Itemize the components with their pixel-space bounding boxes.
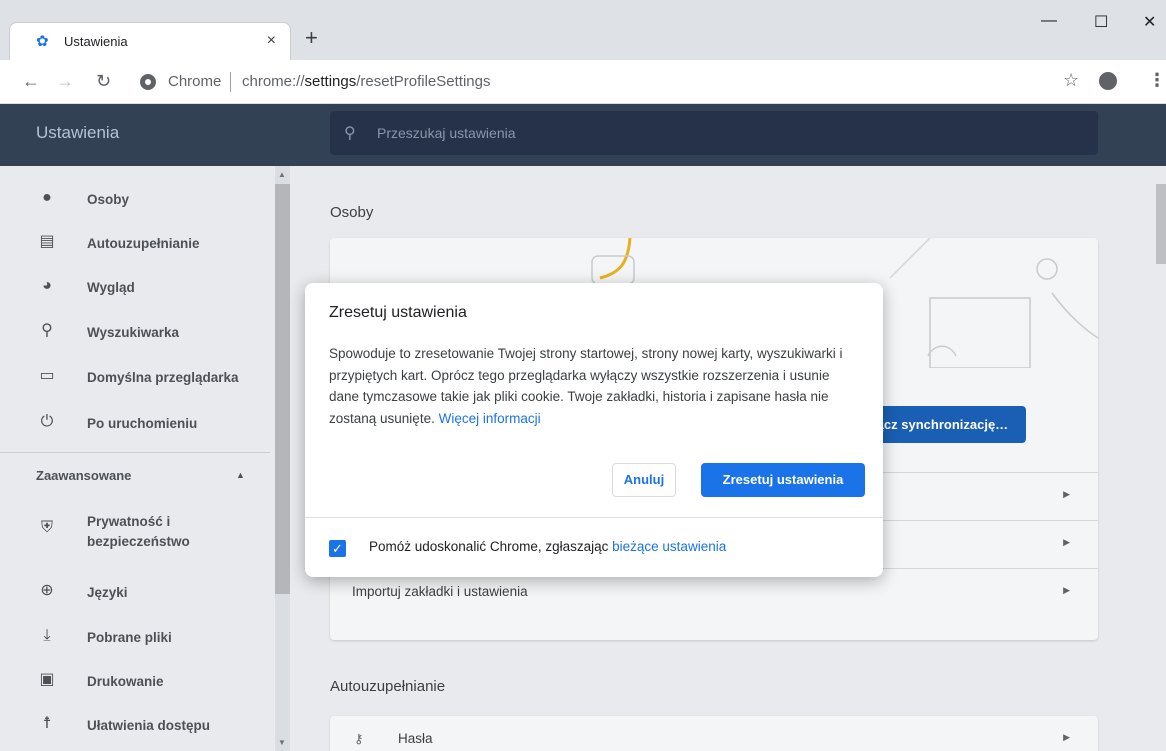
settings-header: Ustawienia ⚲ Przeszukaj ustawienia: [0, 104, 1166, 166]
close-window-button[interactable]: ✕: [1143, 12, 1156, 32]
accessibility-icon: ☨: [42, 715, 52, 732]
browser-icon: ▭: [39, 367, 55, 384]
sidebar-item-search-engine[interactable]: ⚲ Wyszukiwarka: [0, 311, 270, 351]
scroll-up-arrow-icon[interactable]: ▲: [278, 170, 286, 179]
sidebar-item-autofill[interactable]: ▤ Autouzupełnianie: [0, 222, 270, 262]
passwords-label: Hasła: [398, 731, 433, 746]
key-icon: ⚷: [354, 731, 364, 746]
report-settings-checkbox[interactable]: ✓: [329, 540, 346, 557]
arrow-right-icon: ▶: [1063, 537, 1070, 547]
tab-title: Ustawienia: [64, 34, 128, 49]
arrow-right-icon: ▶: [1063, 585, 1070, 595]
sidebar-item-label: Wygląd: [87, 280, 135, 295]
dialog-title: Zresetuj ustawienia: [329, 304, 467, 321]
settings-sidebar: ● Osoby ▤ Autouzupełnianie ◕ Wygląd ⚲ Wy…: [0, 166, 290, 751]
sidebar-item-label: Po uruchomieniu: [87, 416, 198, 431]
sidebar-item-label: Pobrane pliki: [87, 630, 172, 645]
sidebar-item-languages[interactable]: ⊕ Języki: [0, 571, 270, 611]
search-icon: ⚲: [344, 125, 356, 142]
palette-icon: ◕: [42, 277, 52, 294]
dialog-footer: ✓ Pomóż udoskonalić Chrome, zgłaszając b…: [305, 517, 883, 577]
forward-arrow-icon[interactable]: →: [56, 71, 74, 91]
reset-settings-dialog: Zresetuj ustawienia Spowoduje to zreseto…: [305, 283, 883, 577]
checkbox-label: Pomóż udoskonalić Chrome, zgłaszając bie…: [369, 539, 727, 554]
clipboard-icon: ▤: [39, 233, 55, 250]
sidebar-scrollbar[interactable]: ▲ ▼: [275, 166, 290, 751]
caret-up-icon: ▲: [236, 470, 245, 480]
sidebar-item-label: Ułatwienia dostępu: [87, 718, 211, 733]
sidebar-item-people[interactable]: ● Osoby: [0, 178, 270, 218]
sidebar-item-printing[interactable]: ▣ Drukowanie: [0, 660, 270, 700]
shield-icon: ⛨: [40, 519, 53, 536]
import-bookmarks-label: Importuj zakładki i ustawienia: [352, 584, 528, 599]
url-chip: Chrome: [168, 73, 222, 90]
current-settings-link[interactable]: bieżące ustawienia: [612, 539, 726, 554]
sidebar-item-downloads[interactable]: ⤓ Pobrane pliki: [0, 616, 270, 656]
tab-strip: ✿ Ustawienia × + — ☐ ✕: [0, 0, 1166, 60]
search-icon: ⚲: [41, 322, 53, 339]
sidebar-item-label: Domyślna przeglądarka: [87, 370, 239, 385]
sidebar-item-label: Prywatność i bezpieczeństwo: [87, 514, 190, 549]
search-placeholder: Przeszukaj ustawienia: [377, 125, 516, 141]
passwords-row[interactable]: ⚷ Hasła ▶: [330, 716, 1098, 751]
globe-icon: ⊕: [40, 582, 54, 599]
sidebar-divider: [0, 452, 270, 453]
bookmark-star-icon[interactable]: ☆: [1063, 70, 1079, 91]
settings-title: Ustawienia: [36, 123, 120, 142]
sidebar-item-appearance[interactable]: ◕ Wygląd: [0, 266, 270, 306]
chrome-icon: [140, 74, 156, 90]
sidebar-item-label: Języki: [87, 585, 128, 600]
section-title-people: Osoby: [330, 204, 374, 221]
sidebar-item-on-startup[interactable]: ⏻ Po uruchomieniu: [0, 402, 270, 442]
back-arrow-icon[interactable]: ←: [22, 71, 40, 91]
arrow-right-icon: ▶: [1063, 489, 1070, 499]
address-bar[interactable]: Chrome chrome://settings/resetProfileSet…: [140, 69, 1040, 95]
more-info-link[interactable]: Więcej informacji: [439, 411, 541, 426]
url-separator: [230, 72, 231, 92]
browser-toolbar: ← → ↻ Chrome chrome://settings/resetProf…: [0, 60, 1166, 104]
sidebar-item-label: Autouzupełnianie: [87, 236, 200, 251]
url-text[interactable]: chrome://settings/resetProfileSettings: [242, 73, 490, 90]
sidebar-advanced-toggle[interactable]: Zaawansowane ▲: [36, 468, 245, 483]
sidebar-item-privacy[interactable]: ⛨ Prywatność i bezpieczeństwo: [0, 500, 270, 556]
reset-settings-button[interactable]: Zresetuj ustawienia: [701, 463, 865, 497]
settings-search-input[interactable]: ⚲ Przeszukaj ustawienia: [330, 111, 1098, 155]
download-icon: ⤓: [43, 627, 51, 644]
printer-icon: ▣: [39, 671, 55, 688]
sidebar-item-label: Wyszukiwarka: [87, 325, 180, 340]
tab-close-icon[interactable]: ×: [267, 32, 276, 50]
new-tab-button[interactable]: +: [305, 27, 318, 49]
scroll-down-arrow-icon[interactable]: ▼: [278, 738, 286, 747]
sidebar-item-label: Drukowanie: [87, 674, 164, 689]
dialog-body: Spowoduje to zresetowanie Twojej strony …: [329, 343, 849, 429]
arrow-right-icon: ▶: [1063, 732, 1070, 742]
maximize-button[interactable]: ☐: [1094, 12, 1108, 32]
sidebar-item-accessibility[interactable]: ☨ Ułatwienia dostępu: [0, 704, 270, 744]
cancel-button[interactable]: Anuluj: [612, 463, 676, 497]
sidebar-scrollbar-thumb[interactable]: [275, 184, 290, 594]
reload-icon[interactable]: ↻: [96, 71, 111, 91]
profile-avatar-icon[interactable]: [1099, 72, 1117, 90]
dialog-body-text: Spowoduje to zresetowanie Twojej strony …: [329, 346, 843, 426]
settings-gear-icon: ✿: [36, 33, 49, 50]
sidebar-advanced-label: Zaawansowane: [36, 468, 132, 483]
person-icon: ●: [42, 189, 52, 206]
minimize-button[interactable]: —: [1041, 12, 1057, 30]
sidebar-item-default-browser[interactable]: ▭ Domyślna przeglądarka: [0, 356, 270, 396]
section-title-autofill: Autouzupełnianie: [330, 678, 446, 695]
power-icon: ⏻: [40, 413, 54, 430]
menu-dots-icon[interactable]: ⋮: [1148, 70, 1166, 91]
sidebar-item-label: Osoby: [87, 192, 130, 207]
tab-settings[interactable]: ✿ Ustawienia ×: [9, 22, 291, 60]
autofill-card: ⚷ Hasła ▶: [330, 716, 1098, 751]
main-scrollbar-thumb[interactable]: [1156, 184, 1166, 264]
